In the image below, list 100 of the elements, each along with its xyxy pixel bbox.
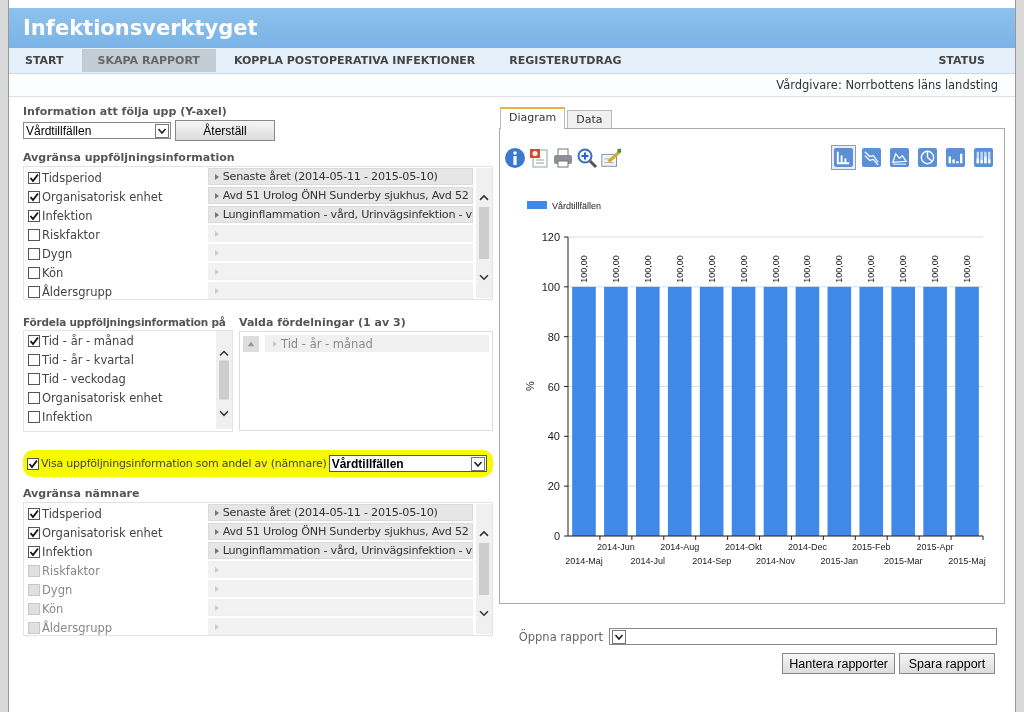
checkbox[interactable] — [28, 266, 40, 279]
dropdown-icon — [471, 456, 485, 471]
filter-bar[interactable]: Senaste året (2014-05-11 - 2015-05-10) — [207, 504, 473, 521]
chart-type-button[interactable] — [915, 145, 940, 170]
chart-type-button[interactable] — [971, 145, 996, 170]
select-field[interactable]: Vårdtillfällen — [328, 455, 487, 472]
checkbox[interactable] — [28, 391, 40, 404]
checkbox-label[interactable]: Visa uppföljningsinformation som andel av (nämnare) — [41, 457, 327, 470]
data-label: 100,00 — [610, 255, 621, 283]
checkbox[interactable] — [28, 545, 40, 558]
y-tick-label: 40 — [547, 430, 560, 443]
checkbox[interactable] — [28, 372, 40, 385]
caret-icon — [214, 287, 219, 294]
nav-tab[interactable]: REGISTERUTDRAG — [493, 49, 638, 72]
scrollbar[interactable] — [216, 331, 232, 429]
x-tick-label: 2014-Nov — [756, 556, 795, 566]
checkbox-label[interactable]: Tidsperiod — [42, 170, 102, 185]
nav-tab[interactable]: KOPPLA POSTOPERATIVA INFEKTIONER — [217, 49, 492, 72]
checkbox[interactable] — [27, 457, 39, 470]
action-button[interactable]: Spara rapport — [899, 653, 995, 674]
y-tick-label: 0 — [553, 530, 560, 542]
y-tick-label: 100 — [541, 280, 560, 293]
checkbox-label[interactable]: Organisatorisk enhet — [42, 189, 163, 204]
dropdown-icon — [612, 629, 626, 644]
app-title: Infektionsverktyget — [23, 16, 258, 40]
checkbox-label[interactable]: Infektion — [42, 208, 93, 223]
filter-bar[interactable]: Senaste året (2014-05-11 - 2015-05-10) — [207, 168, 473, 185]
print-icon[interactable] — [552, 146, 574, 169]
x-tick-label: 2014-Jun — [597, 542, 635, 552]
move-up-button[interactable] — [243, 335, 259, 352]
checkbox[interactable] — [28, 171, 40, 184]
chart-type-button[interactable] — [943, 145, 968, 170]
checkbox-label[interactable]: Organisatorisk enhet — [42, 390, 163, 405]
checkbox[interactable] — [28, 410, 40, 423]
caret-icon — [214, 211, 219, 218]
checkbox[interactable] — [28, 526, 40, 539]
checkbox-label[interactable]: Riskfaktor — [42, 227, 100, 242]
zoom-in-icon[interactable] — [576, 146, 598, 169]
nav-tab[interactable]: STATUS — [922, 49, 1001, 72]
nav-tab[interactable]: START — [21, 49, 80, 72]
info-icon[interactable] — [504, 146, 526, 169]
caret-icon — [214, 528, 219, 535]
data-label: 100,00 — [642, 255, 653, 283]
data-label: 100,00 — [578, 255, 589, 283]
checkbox-label[interactable]: Kön — [42, 265, 64, 280]
checkbox-label[interactable]: Tidsperiod — [42, 506, 102, 521]
caret-icon — [214, 585, 219, 592]
checkbox-label[interactable]: Åldersgrupp — [42, 284, 113, 299]
data-label: 100,00 — [802, 255, 813, 283]
checkbox[interactable] — [28, 209, 40, 222]
x-tick-label: 2015-Jan — [820, 556, 859, 566]
data-label: 100,00 — [930, 255, 941, 283]
nav-tab[interactable]: SKAPA RAPPORT — [81, 49, 216, 72]
filter-bar[interactable]: Avd 51 Urolog ÖNH Sunderby sjukhus, Avd 52 — [207, 523, 473, 540]
filter-bar[interactable]: Lunginflammation - vård, Urinvägsinfektion - v — [207, 206, 473, 223]
scrollbar[interactable] — [476, 504, 492, 634]
filter-bar[interactable]: Avd 51 Urolog ÖNH Sunderby sjukhus, Avd 52 — [207, 187, 473, 204]
x-tick-label: 2014-Okt — [725, 542, 763, 552]
select-field[interactable] — [609, 628, 997, 645]
checkbox[interactable] — [28, 353, 40, 366]
checkbox[interactable] — [28, 190, 40, 203]
checkbox-label[interactable]: Dygn — [42, 246, 73, 261]
checkbox-label[interactable]: Infektion — [42, 409, 93, 424]
x-tick-label: 2014-Jul — [630, 556, 666, 566]
caret-icon — [214, 566, 219, 573]
area-chart-icon — [890, 148, 909, 167]
checkbox[interactable] — [28, 334, 40, 347]
checkbox[interactable] — [28, 507, 40, 520]
chart-type-button[interactable] — [859, 145, 884, 170]
checkbox-label[interactable]: Tid - år - kvartal — [42, 352, 134, 367]
data-label: 100,00 — [770, 255, 781, 283]
filter-bar[interactable]: Lunginflammation - vård, Urinvägsinfektion - v — [207, 542, 473, 559]
legend-label: Vårdtillfällen — [552, 201, 602, 211]
tab[interactable]: Data — [567, 110, 612, 128]
chart-type-button[interactable] — [887, 145, 912, 170]
checkbox-label[interactable]: Organisatorisk enhet — [42, 525, 163, 540]
checkbox-label[interactable]: Infektion — [42, 544, 93, 559]
checkbox[interactable] — [28, 228, 40, 241]
x-tick-label: 2015-Mar — [883, 556, 923, 566]
checkbox-label[interactable]: Tid - år - månad — [42, 333, 134, 348]
select-field[interactable]: Vårdtillfällen — [23, 122, 171, 139]
document-icon[interactable] — [528, 146, 550, 169]
x-tick-label: 2015-Apr — [916, 542, 954, 552]
x-tick-label: 2014-Maj — [565, 556, 603, 566]
line-chart-icon — [862, 148, 881, 167]
tab[interactable]: Diagram — [500, 107, 566, 129]
data-label: 100,00 — [962, 255, 973, 283]
checkbox[interactable] — [28, 285, 40, 298]
checkbox-label[interactable]: Tid - veckodag — [42, 371, 126, 386]
chart-type-button[interactable] — [831, 145, 856, 170]
edit-document-icon[interactable] — [600, 146, 622, 169]
reset-button[interactable]: Återställ — [175, 120, 275, 141]
caret-icon — [214, 623, 219, 630]
scrollbar[interactable] — [476, 168, 492, 298]
checkbox[interactable] — [28, 247, 40, 260]
action-button[interactable]: Hantera rapporter — [782, 653, 895, 674]
caret-icon — [214, 230, 219, 237]
pie-chart-icon — [918, 148, 937, 167]
data-label: 100,00 — [674, 255, 685, 283]
caret-icon — [214, 509, 219, 516]
